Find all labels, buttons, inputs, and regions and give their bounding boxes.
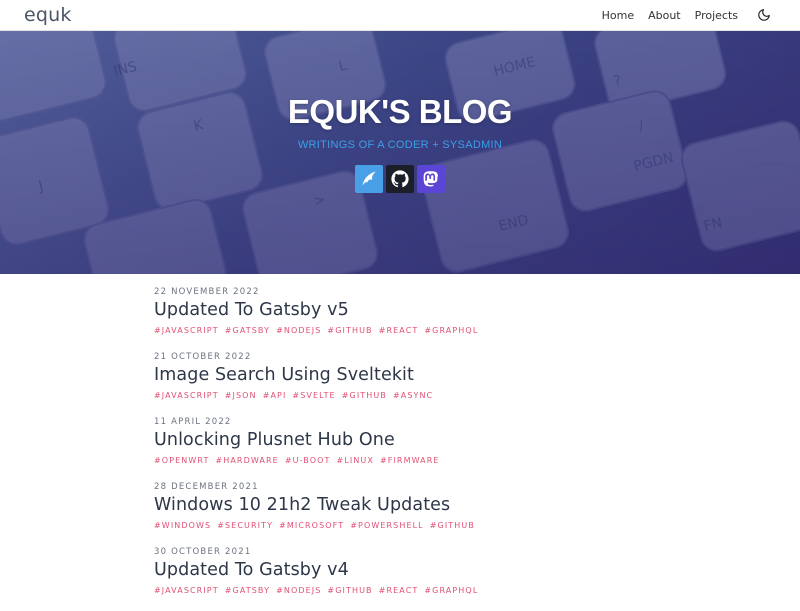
mastodon-link[interactable] (417, 165, 445, 193)
post-title-link[interactable]: Updated To Gatsby v5 (154, 299, 654, 321)
blog-subtitle: WRITINGS OF A CODER + SYSADMIN (297, 139, 503, 151)
nav-links: Home About Projects (602, 7, 772, 23)
tag-link[interactable]: #JAVASCRIPT (154, 585, 219, 597)
post-title-link[interactable]: Updated To Gatsby v4 (154, 559, 654, 581)
social-links (0, 165, 800, 193)
post-list: 22 NOVEMBER 2022 Updated To Gatsby v5 #J… (154, 286, 654, 611)
post-title-link[interactable]: Windows 10 21h2 Tweak Updates (154, 494, 654, 516)
tag-link[interactable]: #GRAPHQL (424, 325, 478, 337)
nav-link-about[interactable]: About (648, 9, 681, 22)
post-tags: #OPENWRT #HARDWARE #U-BOOT #LINUX #FIRMW… (154, 455, 654, 467)
post-tags: #JAVASCRIPT #JSON #API #SVELTE #GITHUB #… (154, 390, 654, 402)
site-brand-link[interactable]: equk (24, 4, 72, 26)
nav-link-projects[interactable]: Projects (695, 9, 738, 22)
post-item: 28 DECEMBER 2021 Windows 10 21h2 Tweak U… (154, 481, 654, 546)
tag-link[interactable]: #NODEJS (276, 585, 321, 597)
tag-link[interactable]: #API (263, 390, 287, 402)
post-date: 30 OCTOBER 2021 (154, 547, 252, 557)
tag-link[interactable]: #FIRMWARE (380, 455, 440, 467)
tag-link[interactable]: #SVELTE (292, 390, 335, 402)
tag-link[interactable]: #OPENWRT (154, 455, 209, 467)
tag-link[interactable]: #SECURITY (217, 520, 273, 532)
hero-banner: INS L HOME K ? / J PGDN FN END > EQUK'S … (0, 31, 800, 274)
tag-link[interactable]: #JSON (225, 390, 257, 402)
post-tags: #WINDOWS #SECURITY #MICROSOFT #POWERSHEL… (154, 520, 654, 532)
tag-link[interactable]: #WINDOWS (154, 520, 211, 532)
tag-link[interactable]: #REACT (379, 585, 419, 597)
tag-link[interactable]: #REACT (379, 325, 419, 337)
nav-link-home[interactable]: Home (602, 9, 634, 22)
top-navbar: equk Home About Projects (0, 0, 800, 31)
tag-link[interactable]: #GITHUB (342, 390, 387, 402)
tag-link[interactable]: #GITHUB (327, 325, 372, 337)
tag-link[interactable]: #POWERSHELL (350, 520, 424, 532)
post-item: 21 OCTOBER 2022 Image Search Using Svelt… (154, 351, 654, 416)
post-item: 30 OCTOBER 2021 Updated To Gatsby v4 #JA… (154, 546, 654, 611)
blog-title: EQUK'S BLOG (287, 93, 513, 130)
github-link[interactable] (386, 165, 414, 193)
tag-link[interactable]: #GITHUB (430, 520, 475, 532)
post-date: 21 OCTOBER 2022 (154, 352, 252, 362)
fireship-link[interactable] (355, 165, 383, 193)
tag-link[interactable]: #GRAPHQL (424, 585, 478, 597)
theme-toggle-button[interactable] (756, 7, 772, 23)
github-icon (391, 170, 409, 188)
post-tags: #JAVASCRIPT #GATSBY #NODEJS #GITHUB #REA… (154, 325, 654, 337)
tag-link[interactable]: #MICROSOFT (279, 520, 344, 532)
post-date: 11 APRIL 2022 (154, 417, 232, 427)
hero-overlay (0, 31, 800, 274)
fireship-icon (362, 171, 376, 186)
tag-link[interactable]: #GATSBY (225, 585, 270, 597)
post-title-link[interactable]: Image Search Using Sveltekit (154, 364, 654, 386)
tag-link[interactable]: #JAVASCRIPT (154, 390, 219, 402)
post-date: 22 NOVEMBER 2022 (154, 287, 260, 297)
post-tags: #JAVASCRIPT #GATSBY #NODEJS #GITHUB #REA… (154, 585, 654, 597)
tag-link[interactable]: #GITHUB (327, 585, 372, 597)
post-item: 22 NOVEMBER 2022 Updated To Gatsby v5 #J… (154, 286, 654, 351)
tag-link[interactable]: #U-BOOT (285, 455, 331, 467)
post-date: 28 DECEMBER 2021 (154, 482, 259, 492)
tag-link[interactable]: #NODEJS (276, 325, 321, 337)
tag-link[interactable]: #HARDWARE (215, 455, 278, 467)
post-title-link[interactable]: Unlocking Plusnet Hub One (154, 429, 654, 451)
tag-link[interactable]: #GATSBY (225, 325, 270, 337)
post-item: 11 APRIL 2022 Unlocking Plusnet Hub One … (154, 416, 654, 481)
tag-link[interactable]: #ASYNC (393, 390, 433, 402)
tag-link[interactable]: #JAVASCRIPT (154, 325, 219, 337)
tag-link[interactable]: #LINUX (337, 455, 374, 467)
moon-icon (758, 9, 770, 21)
mastodon-icon (423, 171, 438, 187)
